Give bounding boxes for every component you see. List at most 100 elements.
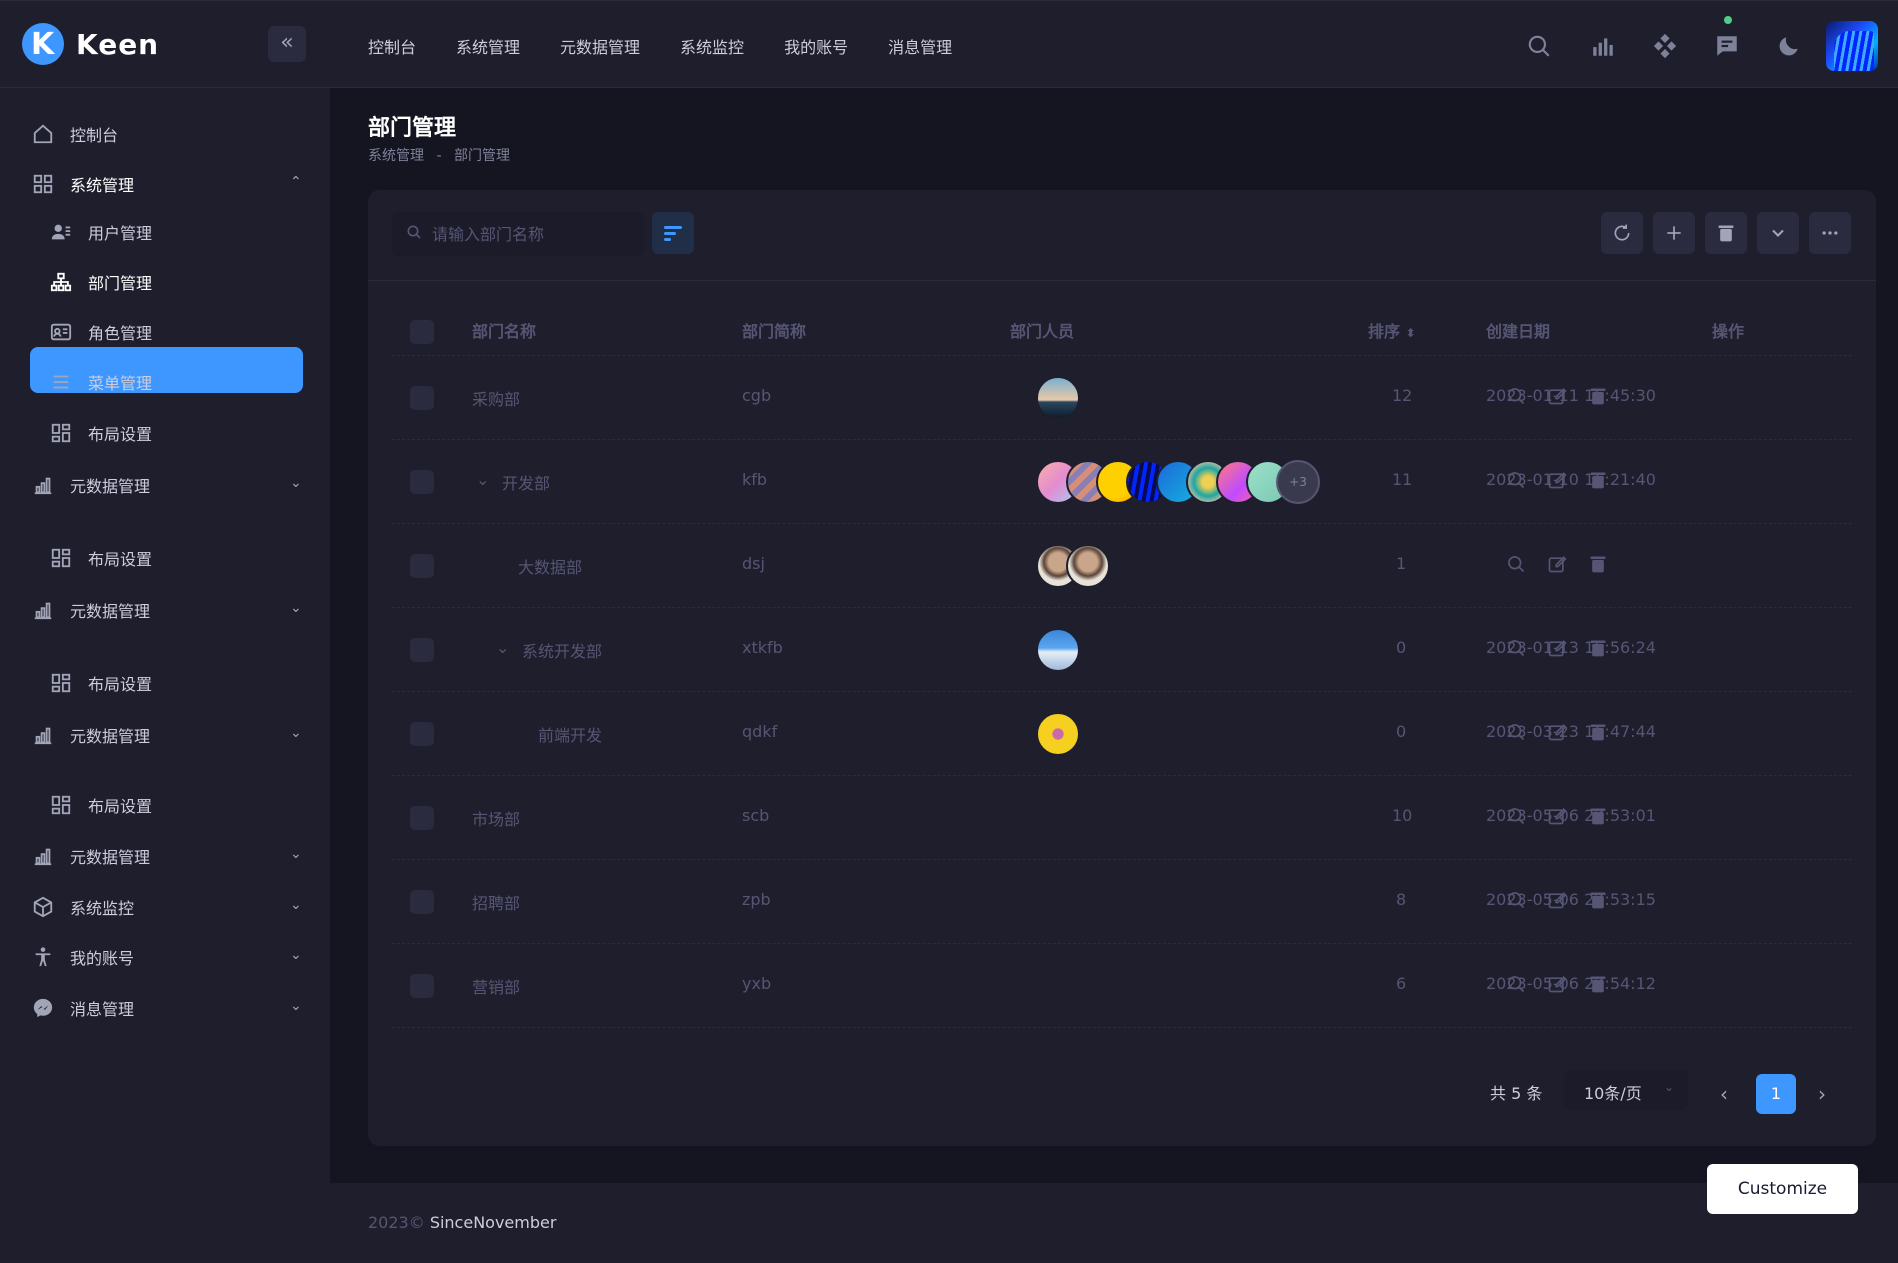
chevron-down-icon: ⌄ — [1664, 1080, 1675, 1094]
sidebar-item-dashboard[interactable]: 控制台 — [30, 121, 118, 147]
row-checkbox[interactable] — [410, 470, 434, 494]
search-icon[interactable] — [1504, 552, 1528, 576]
sidebar-item-metadata[interactable]: 元数据管理 — [30, 843, 150, 869]
search-icon[interactable] — [1526, 33, 1552, 59]
avatar[interactable] — [1036, 628, 1080, 672]
sidebar-item-label: 布局设置 — [88, 550, 153, 569]
search-field[interactable] — [392, 212, 644, 256]
sidebar-item-metadata[interactable]: 元数据管理 — [30, 722, 150, 748]
sidebar-item-users[interactable]: 用户管理 — [48, 219, 152, 245]
trash-icon[interactable] — [1586, 972, 1610, 996]
sort-icon: ⬍ — [1405, 326, 1416, 340]
avatar[interactable] — [1066, 544, 1110, 588]
trash-icon[interactable] — [1586, 804, 1610, 828]
row-checkbox[interactable] — [410, 722, 434, 746]
sidebar-item-metadata[interactable]: 元数据管理 — [30, 472, 150, 498]
refresh-icon — [1614, 224, 1630, 241]
search-icon[interactable] — [1504, 720, 1528, 744]
footer-author-link[interactable]: SinceNovember — [430, 1213, 557, 1232]
trash-icon[interactable] — [1586, 468, 1610, 492]
filter-button[interactable] — [652, 212, 694, 254]
trash-icon[interactable] — [1586, 636, 1610, 660]
more-members-badge[interactable]: +3 — [1276, 460, 1320, 504]
expand-button[interactable] — [1757, 212, 1799, 254]
edit-icon[interactable] — [1545, 888, 1569, 912]
sidebar-item-monitor[interactable]: 系统监控 — [30, 894, 134, 920]
row-checkbox[interactable] — [410, 554, 434, 578]
add-button[interactable] — [1653, 212, 1695, 254]
moon-icon[interactable] — [1776, 33, 1802, 59]
topnav-item-system[interactable]: 系统管理 — [456, 34, 520, 58]
sidebar-item-messages[interactable]: 消息管理 — [30, 995, 134, 1021]
row-checkbox[interactable] — [410, 974, 434, 998]
chevron-down-icon[interactable]: ⌄ — [290, 947, 302, 963]
chat-icon[interactable] — [1714, 33, 1740, 59]
search-icon[interactable] — [1504, 636, 1528, 660]
sidebar-item-metadata[interactable]: 元数据管理 — [30, 597, 150, 623]
topnav-item-metadata[interactable]: 元数据管理 — [560, 34, 640, 58]
row-checkbox[interactable] — [410, 386, 434, 410]
expand-toggle-icon[interactable]: ⌄ — [476, 470, 489, 489]
row-checkbox[interactable] — [410, 806, 434, 830]
search-input[interactable] — [432, 224, 632, 244]
edit-icon[interactable] — [1545, 468, 1569, 492]
trash-icon[interactable] — [1586, 720, 1610, 744]
search-icon[interactable] — [1504, 468, 1528, 492]
sidebar-item-account[interactable]: 我的账号 — [30, 944, 134, 970]
avatar[interactable] — [1036, 712, 1080, 756]
chevron-down-icon[interactable]: ⌄ — [290, 725, 302, 741]
refresh-button[interactable] — [1601, 212, 1643, 254]
edit-icon[interactable] — [1545, 384, 1569, 408]
sidebar-item-system[interactable]: 系统管理 — [30, 171, 134, 197]
edit-icon[interactable] — [1545, 972, 1569, 996]
edit-icon[interactable] — [1545, 804, 1569, 828]
sidebar-item-layout[interactable]: 布局设置 — [48, 545, 152, 571]
bar-chart-icon[interactable] — [1590, 33, 1616, 59]
sidebar-item-layout[interactable]: 布局设置 — [48, 670, 152, 696]
sidebar-item-menus[interactable]: 菜单管理 — [48, 369, 152, 395]
sidebar-item-layout[interactable]: 布局设置 — [48, 792, 152, 818]
apps-icon[interactable] — [1652, 33, 1678, 59]
sidebar-collapse-button[interactable]: « — [268, 26, 306, 62]
avatar[interactable] — [1036, 376, 1080, 420]
trash-icon[interactable] — [1586, 552, 1610, 576]
chevron-up-icon[interactable]: ⌃ — [290, 174, 302, 190]
sidebar-item-layout[interactable]: 布局设置 — [48, 420, 152, 446]
next-page-button[interactable]: › — [1818, 1082, 1826, 1106]
search-icon[interactable] — [1504, 888, 1528, 912]
topnav-item-messages[interactable]: 消息管理 — [888, 34, 952, 58]
brand[interactable]: Keen — [22, 23, 159, 65]
page-number-current[interactable]: 1 — [1756, 1074, 1796, 1114]
sidebar-item-roles[interactable]: 角色管理 — [48, 319, 152, 345]
breadcrumb-item[interactable]: 系统管理 — [368, 148, 424, 164]
chevron-down-icon[interactable]: ⌄ — [290, 600, 302, 616]
edit-icon[interactable] — [1545, 552, 1569, 576]
sidebar-item-departments[interactable]: 部门管理 — [48, 269, 152, 295]
topnav-item-account[interactable]: 我的账号 — [784, 34, 848, 58]
search-icon[interactable] — [1504, 804, 1528, 828]
page-size-select[interactable]: 10条/页 ⌄ — [1564, 1070, 1688, 1110]
chevron-down-icon[interactable]: ⌄ — [290, 998, 302, 1014]
user-avatar[interactable] — [1826, 21, 1878, 71]
chevron-down-icon[interactable]: ⌄ — [290, 897, 302, 913]
chevron-down-icon[interactable]: ⌄ — [290, 475, 302, 491]
search-icon[interactable] — [1504, 972, 1528, 996]
trash-icon[interactable] — [1586, 384, 1610, 408]
topnav-item-monitor[interactable]: 系统监控 — [680, 34, 744, 58]
top-header: Keen « 控制台 系统管理 元数据管理 系统监控 我的账号 消息管理 — [0, 0, 1898, 88]
edit-icon[interactable] — [1545, 636, 1569, 660]
prev-page-button[interactable]: ‹ — [1720, 1082, 1728, 1106]
edit-icon[interactable] — [1545, 720, 1569, 744]
customize-button[interactable]: Customize — [1707, 1164, 1858, 1214]
select-all-checkbox[interactable] — [410, 320, 434, 344]
delete-button[interactable] — [1705, 212, 1747, 254]
search-icon[interactable] — [1504, 384, 1528, 408]
topnav-item-dashboard[interactable]: 控制台 — [368, 34, 416, 58]
row-checkbox[interactable] — [410, 638, 434, 662]
more-button[interactable] — [1809, 212, 1851, 254]
expand-toggle-icon[interactable]: ⌄ — [496, 638, 509, 657]
chevron-down-icon[interactable]: ⌄ — [290, 846, 302, 862]
header-sort[interactable]: 排序 ⬍ — [1368, 318, 1416, 342]
row-checkbox[interactable] — [410, 890, 434, 914]
trash-icon[interactable] — [1586, 888, 1610, 912]
